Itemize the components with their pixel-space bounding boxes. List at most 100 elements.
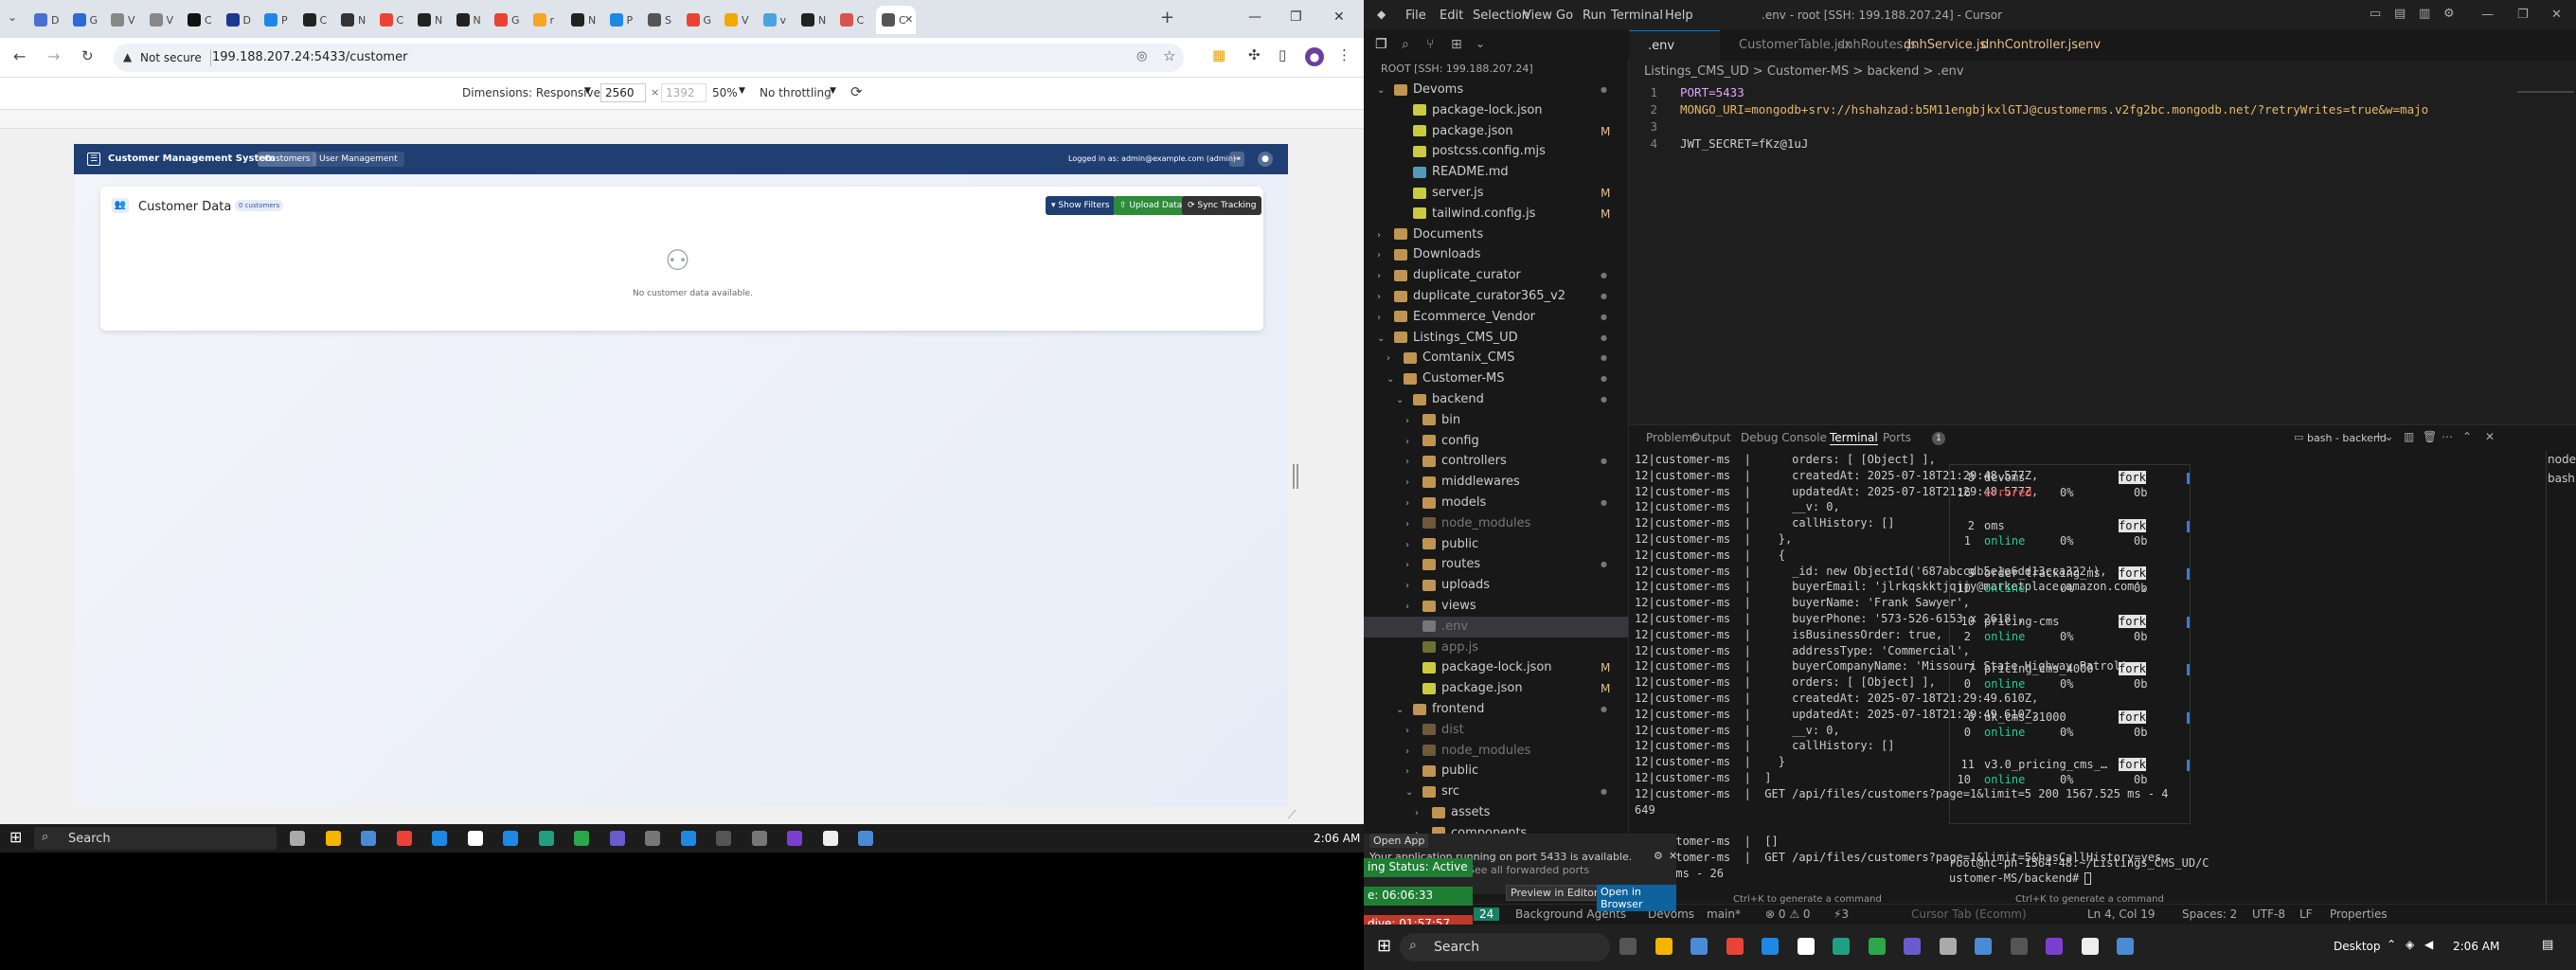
editor-tab[interactable]: dnhRoutes.js (1818, 30, 1917, 61)
browser-tab[interactable]: V (105, 6, 145, 34)
taskbar-app-icon[interactable] (2081, 938, 2099, 955)
explorer-item[interactable]: README.md (1364, 162, 1628, 183)
minimap[interactable] (2517, 83, 2574, 93)
terminal-list-bash[interactable]: bash back… (2548, 472, 2576, 485)
terminal[interactable]: 12|customer-ms | orders: [ [Object] ], 12… (1629, 451, 2576, 905)
editor-tab[interactable]: dnhService.js M (1885, 30, 1986, 82)
browser-tab[interactable]: C (182, 6, 222, 34)
taskbar-app-icon[interactable] (609, 831, 625, 846)
reload-icon[interactable]: ↻ (81, 49, 94, 63)
taskbar-app-icon[interactable] (1797, 938, 1815, 955)
open-in-browser-button[interactable]: Open in Browser (1597, 885, 1676, 911)
explorer-item[interactable]: › dist (1364, 720, 1628, 741)
close-button[interactable]: ✕ (1333, 9, 1345, 25)
hide-password-icon[interactable]: ◎ (1136, 50, 1147, 63)
windows-start-icon[interactable]: ⊞ (1377, 938, 1391, 955)
menu-item[interactable]: Run (1583, 9, 1606, 23)
browser-tab[interactable]: v (758, 6, 797, 34)
preview-in-editor-button[interactable]: Preview in Editor (1506, 885, 1603, 901)
breadcrumb-text[interactable]: Listings_CMS_UD > Customer-MS > backend … (1644, 61, 1964, 83)
explorer-item[interactable]: tailwind.config.js M (1364, 204, 1628, 225)
extensions-icon[interactable]: ⊞ (1451, 38, 1462, 51)
files-icon[interactable]: ❐ (1375, 38, 1387, 51)
browser-tab[interactable]: N (796, 6, 835, 34)
taskbar-app-icon[interactable] (1904, 938, 1921, 955)
taskbar-app-icon[interactable] (1690, 938, 1708, 955)
user-avatar-icon[interactable]: ● (1258, 152, 1273, 167)
minimize-button[interactable]: — (1248, 9, 1261, 25)
taskbar-app-icon[interactable] (467, 831, 483, 846)
taskbar-app-icon[interactable] (503, 831, 518, 846)
menu-item[interactable]: Terminal (1611, 9, 1663, 23)
language-mode[interactable]: Properties (2330, 907, 2388, 921)
split-icon[interactable]: ▥ (2404, 431, 2414, 442)
explorer-item[interactable]: › Downloads (1364, 244, 1628, 265)
panel-tab[interactable]: Debug Console (1741, 431, 1827, 444)
nav-user-management[interactable]: User Management (313, 152, 404, 167)
explorer-item[interactable]: › public (1364, 534, 1628, 555)
volume-icon[interactable]: ◀ (2424, 939, 2433, 950)
dimensions-select[interactable]: Dimensions: Responsive (462, 86, 600, 99)
problems-count[interactable]: ⊗ 0 ⚠ 0 (1765, 907, 1811, 921)
menu-item[interactable]: Go (1556, 9, 1573, 23)
taskbar-search[interactable]: ⌕ Search (1400, 933, 1610, 961)
browser-tab[interactable]: C ✕ (876, 6, 916, 34)
explorer-item[interactable]: › duplicate_curator ● (1364, 265, 1628, 286)
tray-chevron-icon[interactable]: ⌃ (2387, 939, 2396, 950)
taskbar-search[interactable]: ⌕ Search (34, 827, 277, 850)
explorer-item[interactable]: › Comtanix_CMS ● (1364, 348, 1628, 368)
browser-tab[interactable]: G (67, 6, 107, 34)
explorer-item[interactable]: › models ● (1364, 493, 1628, 513)
taskbar-app-icon[interactable] (1762, 938, 1779, 955)
trash-icon[interactable]: 🗑 (2423, 431, 2437, 442)
extension-icon[interactable]: ▦ (1212, 48, 1225, 63)
kebab-menu-icon[interactable]: ⋮ (1337, 48, 1351, 63)
browser-tab[interactable]: V (719, 6, 759, 34)
menu-item[interactable]: View (1523, 9, 1552, 23)
taskbar-app-icon[interactable] (290, 831, 305, 846)
menu-item[interactable]: Selection (1473, 9, 1530, 23)
explorer-item[interactable]: ⌄ Customer-MS ● (1364, 368, 1628, 389)
nav-customers[interactable]: Customers (258, 152, 317, 167)
browser-tab[interactable]: N (451, 6, 491, 34)
taskbar-app-icon[interactable] (325, 831, 341, 846)
browser-tab[interactable]: C (374, 6, 414, 34)
taskbar-app-icon[interactable] (1833, 938, 1850, 955)
explorer-item[interactable]: package.json M (1364, 121, 1628, 142)
explorer-item[interactable]: › duplicate_curator365_v2 ● (1364, 286, 1628, 307)
zoom-select[interactable]: 50% (712, 86, 738, 99)
line-ending[interactable]: LF (2299, 907, 2313, 921)
sidebar-right-icon[interactable]: ▥ (2419, 8, 2430, 20)
new-tab-icon[interactable]: + (1160, 9, 1174, 27)
explorer-item[interactable]: server.js M (1364, 183, 1628, 204)
profile-avatar-icon[interactable]: ● (1305, 47, 1324, 66)
taskbar-app-icon[interactable] (574, 831, 589, 846)
cursor-minimize[interactable]: — (2481, 8, 2494, 22)
browser-tab[interactable]: D (221, 6, 260, 34)
browser-tab[interactable]: C (297, 6, 337, 34)
taskbar-app-icon[interactable] (787, 831, 802, 846)
taskbar-app-icon[interactable] (858, 831, 873, 846)
explorer-item[interactable]: ⌄ backend ● (1364, 389, 1628, 410)
explorer-item[interactable]: › middlewares (1364, 472, 1628, 493)
browser-tab[interactable]: N (335, 6, 375, 34)
upload-data-button[interactable]: ⇧ Upload Data (1114, 196, 1189, 215)
sidepanel-icon[interactable]: ▯ (1279, 48, 1286, 63)
gear-icon[interactable]: ⚙ (2443, 8, 2455, 20)
explorer-item[interactable]: app.js (1364, 638, 1628, 658)
throttling-select[interactable]: No throttling (760, 86, 832, 99)
right-resize-handle[interactable] (1293, 464, 1298, 489)
browser-tab[interactable]: G (489, 6, 528, 34)
taskbar-app-icon[interactable] (361, 831, 376, 846)
editor-tab[interactable]: .env ~/.../backend (1629, 30, 1730, 83)
taskbar-app-icon[interactable] (432, 831, 447, 846)
tab-search-icon[interactable]: ⌄ (8, 11, 17, 23)
browser-tab[interactable]: P (259, 6, 298, 34)
taskbar-app-icon[interactable] (1726, 938, 1744, 955)
gear-icon[interactable]: ⚙ (1654, 851, 1663, 861)
explorer-item[interactable]: › assets (1364, 802, 1628, 823)
desktop-label[interactable]: Desktop (2334, 940, 2381, 953)
maximize-panel-icon[interactable]: ⌃ (2462, 431, 2472, 442)
explorer-item[interactable]: › node_modules (1364, 513, 1628, 534)
explorer-item[interactable]: package.json M (1364, 678, 1628, 699)
